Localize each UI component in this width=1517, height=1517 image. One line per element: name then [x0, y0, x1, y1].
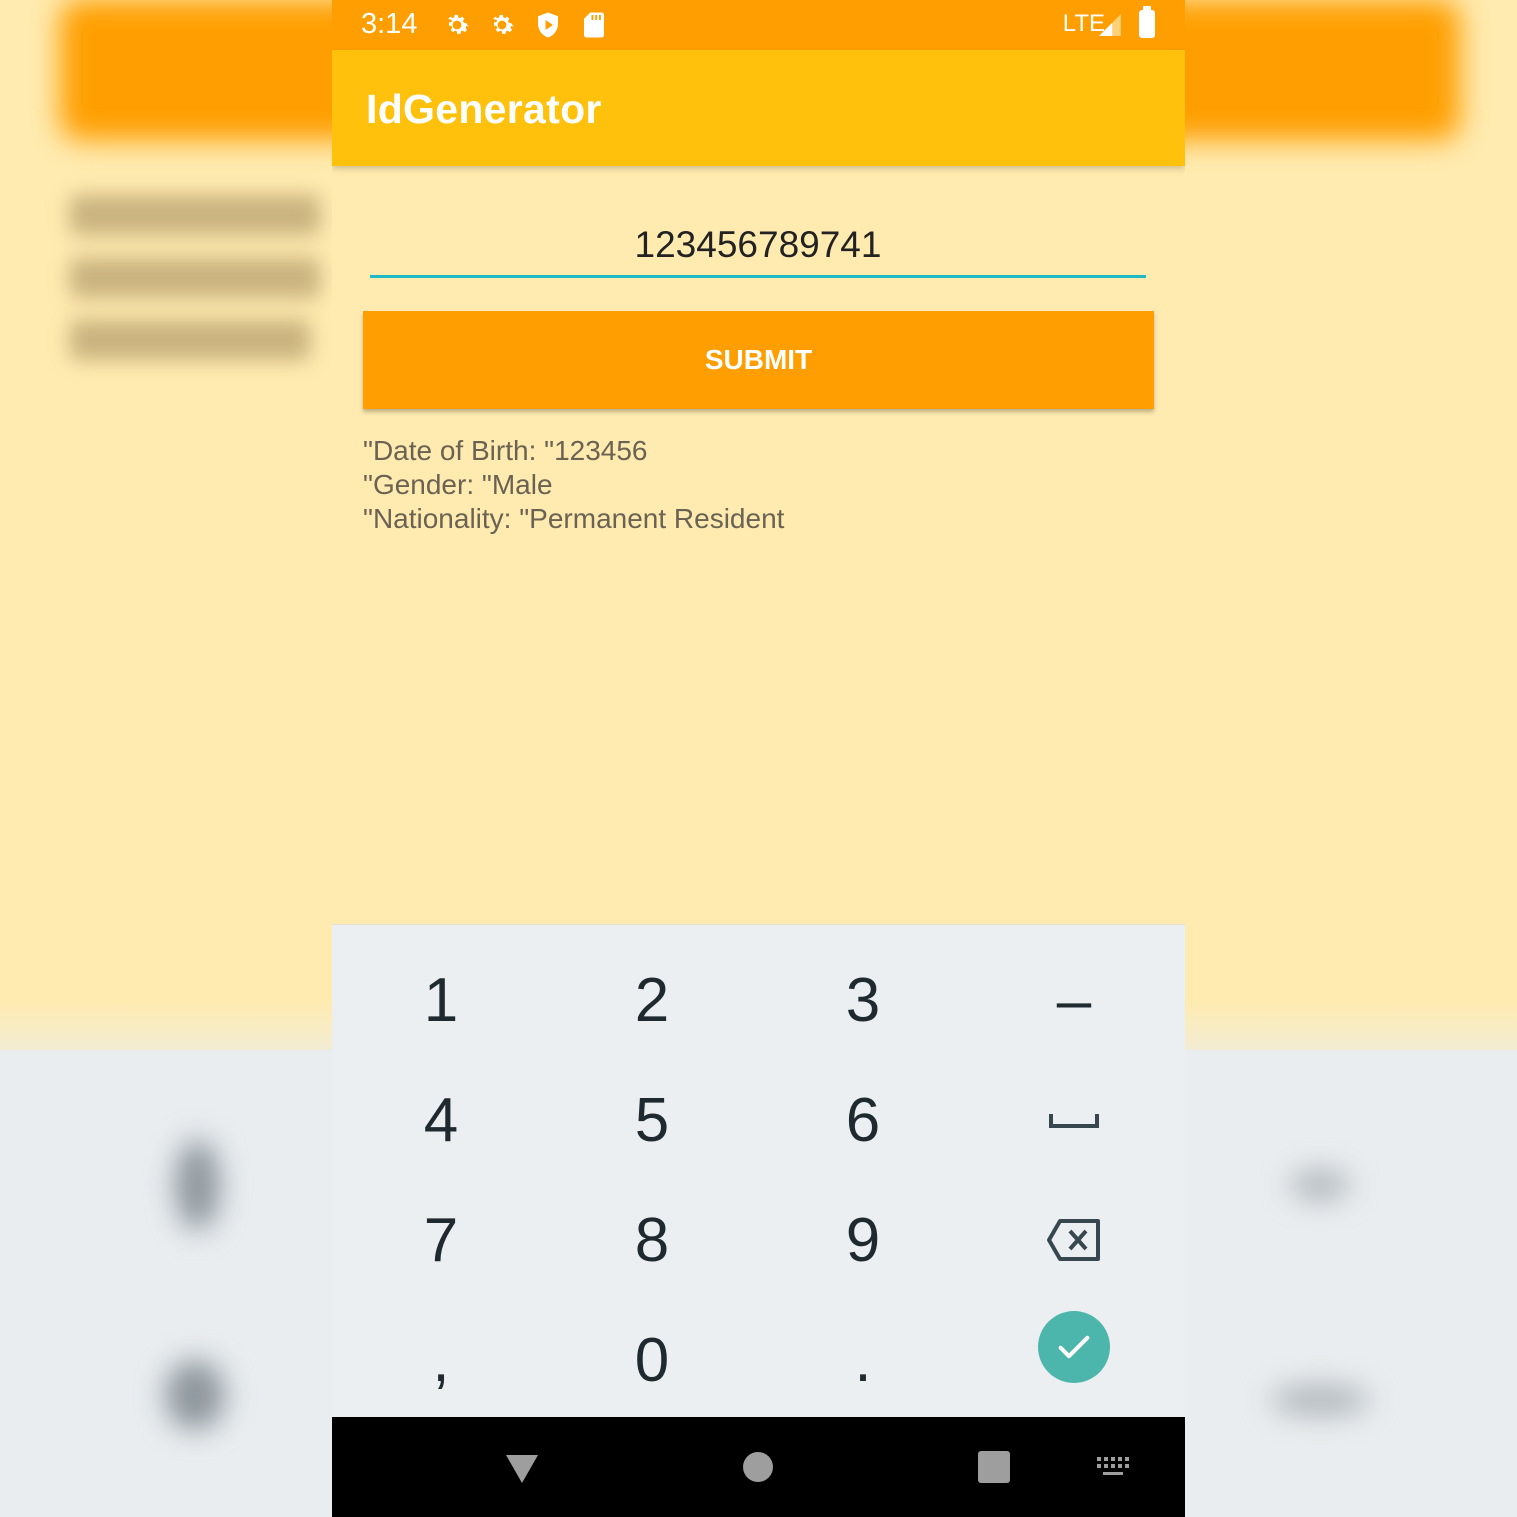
key-backspace[interactable]: [968, 1180, 1180, 1300]
key-2[interactable]: 2: [546, 940, 758, 1060]
battery-icon: [1139, 6, 1155, 38]
key-5[interactable]: 5: [546, 1060, 758, 1180]
key-8[interactable]: 8: [546, 1180, 758, 1300]
back-icon[interactable]: [504, 1449, 540, 1485]
status-bar: 3:14 LTE: [332, 0, 1185, 50]
date-of-birth-result: "Date of Birth: "123456: [363, 435, 648, 466]
bg-key-blur: [175, 1140, 220, 1230]
recents-icon[interactable]: [977, 1449, 1011, 1485]
space-icon: [1049, 1114, 1099, 1128]
key-period[interactable]: .: [757, 1300, 969, 1420]
key-dash[interactable]: –: [968, 940, 1180, 1060]
shield-play-icon: [538, 12, 558, 38]
numeric-keyboard: 1 2 3 – 4 5 6 7 8 9 , 0 .: [332, 924, 1185, 1418]
backspace-icon: [1047, 1219, 1100, 1261]
sd-card-icon: [584, 12, 604, 38]
submit-button[interactable]: SUBMIT: [363, 311, 1154, 409]
key-4[interactable]: 4: [335, 1060, 547, 1180]
key-1[interactable]: 1: [335, 940, 547, 1060]
key-comma[interactable]: ,: [335, 1300, 547, 1420]
settings-icon: [493, 14, 514, 34]
bg-key-blur: [1290, 1170, 1350, 1200]
bg-text-blur: [70, 320, 310, 360]
settings-icon: [448, 14, 469, 34]
nationality-result: "Nationality: "Permanent Resident: [363, 503, 785, 534]
phone-screen: 3:14 LTE IdGenerator SUBMIT "Date of Bir…: [332, 0, 1185, 1517]
app-title: IdGenerator: [366, 86, 602, 132]
id-number-input[interactable]: [370, 215, 1146, 278]
key-done[interactable]: [968, 1287, 1180, 1407]
navigation-bar: [332, 1417, 1185, 1517]
signal-icon: [1099, 14, 1121, 36]
bg-text-blur: [70, 195, 320, 235]
home-icon[interactable]: [742, 1449, 774, 1485]
key-3[interactable]: 3: [757, 940, 969, 1060]
app-bar: IdGenerator: [332, 50, 1185, 166]
bg-text-blur: [70, 258, 320, 298]
gender-result: "Gender: "Male: [363, 469, 553, 500]
results-panel: "Date of Birth: "123456 "Gender: "Male "…: [363, 434, 784, 536]
keyboard-switch-icon[interactable]: [1095, 1455, 1131, 1479]
key-space[interactable]: [968, 1060, 1180, 1180]
key-0[interactable]: 0: [546, 1300, 758, 1420]
status-time: 3:14: [361, 8, 418, 40]
done-check-icon: [1058, 1335, 1090, 1359]
bg-key-blur: [165, 1360, 225, 1430]
key-9[interactable]: 9: [757, 1180, 969, 1300]
key-7[interactable]: 7: [335, 1180, 547, 1300]
done-button[interactable]: [1038, 1311, 1110, 1383]
bg-key-blur: [1270, 1385, 1370, 1415]
key-6[interactable]: 6: [757, 1060, 969, 1180]
